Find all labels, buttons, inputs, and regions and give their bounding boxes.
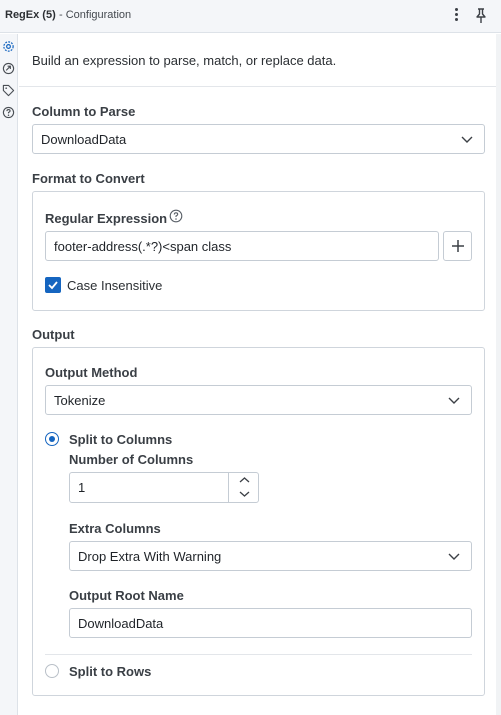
column-to-parse-label: Column to Parse [32, 104, 136, 119]
scrollbar[interactable] [496, 34, 501, 715]
output-method-label: Output Method [45, 365, 138, 380]
chevron-down-icon [461, 136, 473, 143]
check-icon [48, 281, 58, 290]
regular-expression-label: Regular Expression [45, 211, 168, 226]
insert-token-button[interactable] [443, 231, 472, 261]
regular-expression-input[interactable]: footer-address(.*?)<span class [45, 231, 439, 261]
case-insensitive-checkbox[interactable] [45, 277, 61, 293]
tool-description: Build an expression to parse, match, or … [32, 53, 337, 68]
divider [45, 654, 472, 655]
chevron-down-icon [448, 553, 460, 560]
output-label: Output [32, 327, 75, 342]
divider [19, 86, 496, 87]
more-vertical-icon[interactable] [452, 7, 460, 25]
tag-icon[interactable] [2, 84, 15, 97]
plus-icon [452, 240, 464, 252]
split-to-rows-radio[interactable] [45, 664, 59, 678]
output-root-name-value: DownloadData [78, 616, 164, 631]
split-to-columns-label[interactable]: Split to Columns [69, 432, 172, 447]
stepper-controls [228, 473, 259, 502]
chevron-up-icon[interactable] [239, 476, 250, 484]
column-to-parse-select[interactable]: DownloadData [32, 124, 485, 154]
number-of-columns-value: 1 [78, 480, 86, 495]
extra-columns-value: Drop Extra With Warning [78, 549, 222, 564]
output-method-value: Tokenize [54, 393, 106, 408]
number-of-columns-stepper[interactable]: 1 [69, 472, 259, 503]
pin-icon[interactable] [473, 7, 489, 25]
help-circle-icon[interactable] [2, 106, 15, 119]
chevron-down-icon[interactable] [239, 490, 250, 498]
extra-columns-select[interactable]: Drop Extra With Warning [69, 541, 472, 571]
output-root-name-label: Output Root Name [69, 588, 184, 603]
split-to-rows-label[interactable]: Split to Rows [69, 664, 151, 679]
arrow-circle-icon[interactable] [2, 62, 15, 75]
number-of-columns-label: Number of Columns [69, 452, 194, 467]
tool-title: RegEx (5) [5, 9, 56, 21]
split-to-columns-radio[interactable] [45, 432, 59, 446]
case-insensitive-label[interactable]: Case Insensitive [67, 278, 162, 293]
gear-icon[interactable] [2, 40, 15, 53]
help-circle-icon[interactable] [169, 209, 183, 223]
column-to-parse-value: DownloadData [41, 132, 127, 147]
output-root-name-input[interactable]: DownloadData [69, 608, 472, 638]
format-to-convert-label: Format to Convert [32, 171, 145, 186]
side-toolbar [0, 34, 18, 715]
chevron-down-icon [448, 397, 460, 404]
extra-columns-label: Extra Columns [69, 521, 161, 536]
regular-expression-value: footer-address(.*?)<span class [54, 239, 232, 254]
title-bar: RegEx (5) - Configuration [0, 0, 501, 33]
output-method-select[interactable]: Tokenize [45, 385, 472, 415]
tool-subtitle: - Configuration [59, 9, 132, 21]
